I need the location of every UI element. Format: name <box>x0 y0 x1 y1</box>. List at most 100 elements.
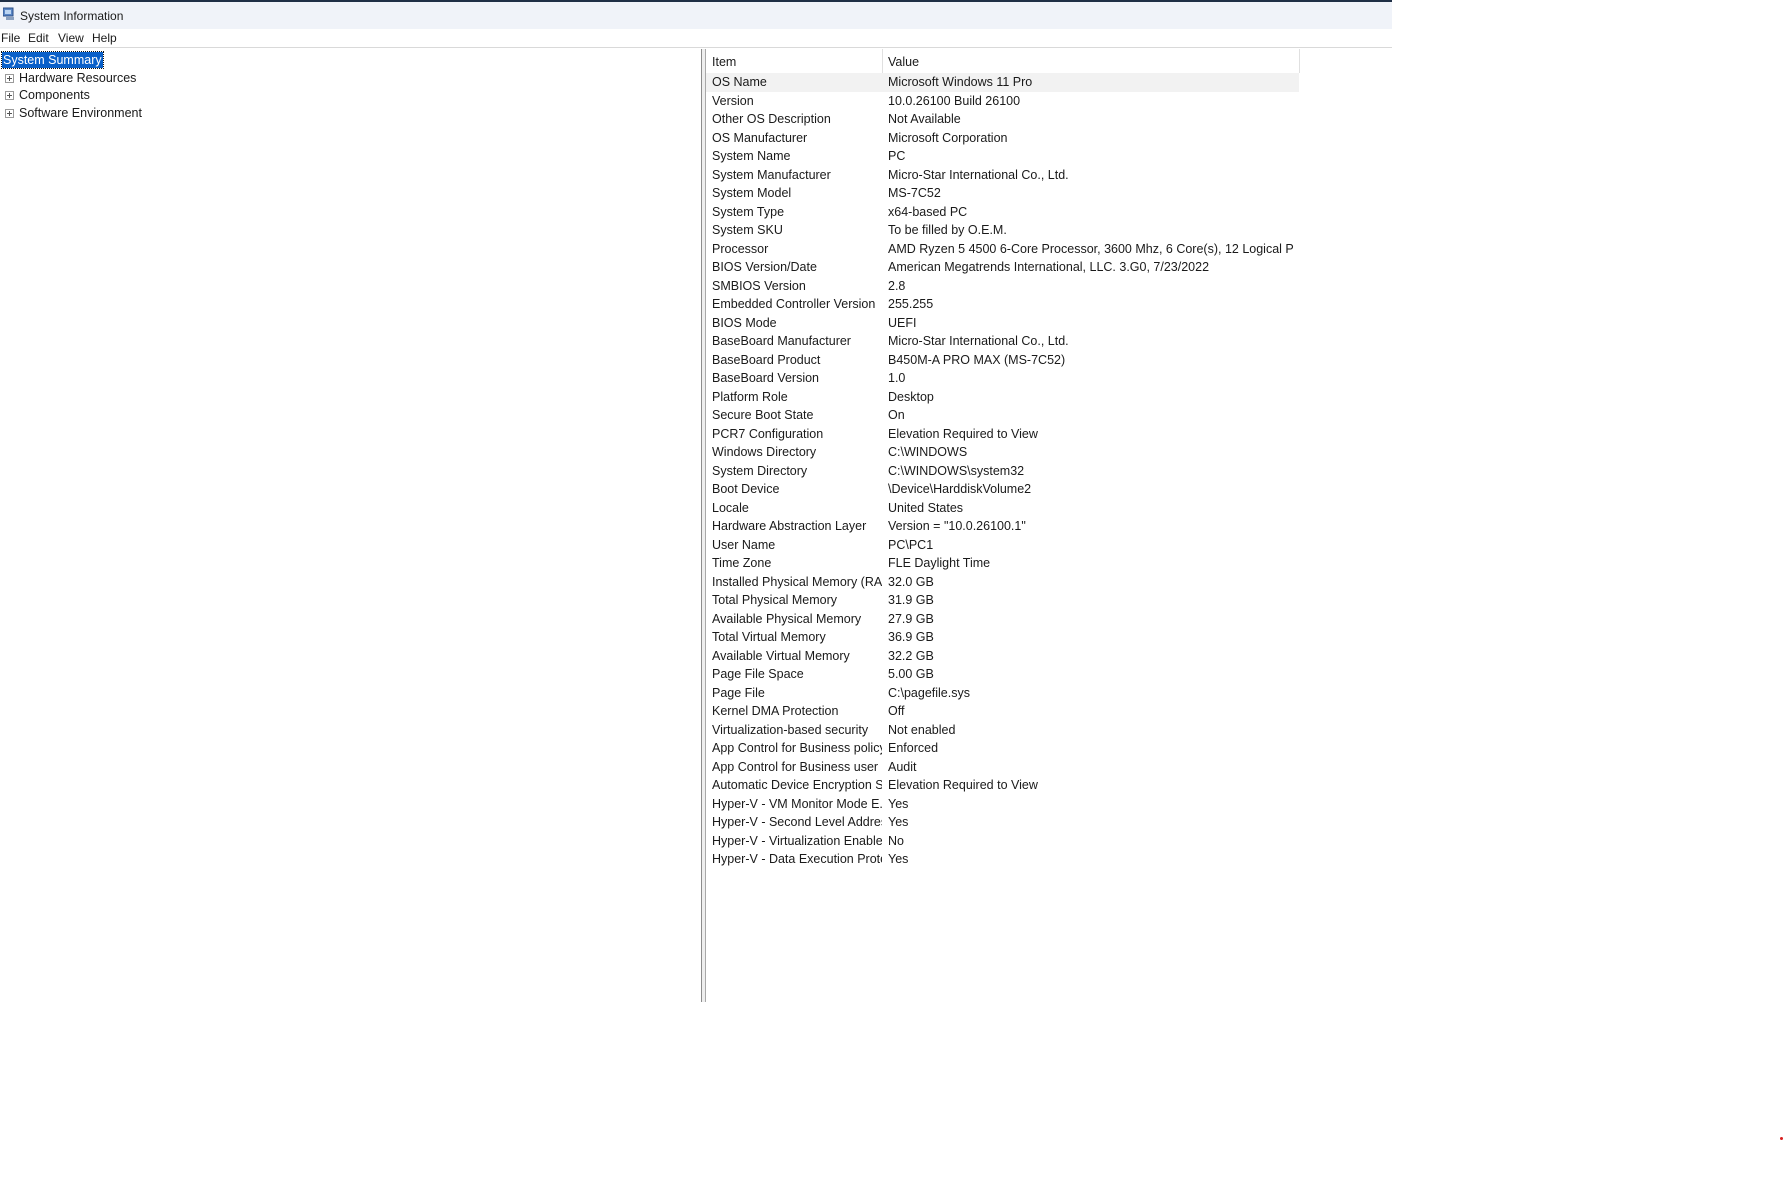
value-cell: On <box>888 408 905 422</box>
value-cell: 27.9 GB <box>888 611 934 626</box>
column-divider[interactable] <box>1299 49 1300 73</box>
table-row[interactable]: Locale United States <box>706 499 1299 518</box>
value-cell: \Device\HarddiskVolume2 <box>888 482 1032 496</box>
item-cell: Available Virtual Memory <box>712 648 850 663</box>
table-row[interactable]: Windows Directory C:\WINDOWS <box>706 443 1299 462</box>
value-cell: Yes <box>888 852 909 866</box>
value-cell: Not Available <box>888 112 961 126</box>
column-divider[interactable] <box>882 49 883 73</box>
table-row[interactable]: SMBIOS Version 2.8 <box>706 277 1299 296</box>
value-cell: Yes <box>888 815 909 829</box>
table-row[interactable]: Automatic Device Encryption Su... Elevati… <box>706 776 1299 795</box>
table-row[interactable]: Hardware Abstraction Layer Version = "10.… <box>706 517 1299 536</box>
table-row[interactable]: Total Virtual Memory 36.9 GB <box>706 628 1299 647</box>
item-cell: BaseBoard Version <box>712 371 820 385</box>
table-row[interactable]: BIOS Mode UEFI <box>706 314 1299 333</box>
expand-plus-icon[interactable] <box>5 74 14 83</box>
value-cell: Desktop <box>888 389 934 404</box>
table-row[interactable]: Time Zone FLE Daylight Time <box>706 554 1299 573</box>
value-cell: Yes <box>888 796 909 811</box>
item-cell: BIOS Version/Date <box>712 260 817 274</box>
category-tree[interactable]: System Summary Hardware Resources Compon… <box>0 49 701 1002</box>
table-row[interactable]: App Control for Business policy Enforced <box>706 739 1299 758</box>
details-table[interactable]: Item Value OS Name Microsoft Windows 11 P… <box>706 49 1392 1002</box>
table-row[interactable]: Installed Physical Memory (RAM) 32.0 GB <box>706 573 1299 592</box>
table-row[interactable]: Hyper-V - Virtualization Enable... No <box>706 832 1299 851</box>
value-cell: Micro-Star International Co., Ltd. <box>888 334 1069 348</box>
value-cell: PC\PC1 <box>888 537 934 552</box>
item-cell: Kernel DMA Protection <box>712 704 839 718</box>
table-row[interactable]: Boot Device \Device\HarddiskVolume2 <box>706 480 1299 499</box>
table-row[interactable]: BIOS Version/Date American Megatrends Int… <box>706 258 1299 277</box>
red-dot-marker <box>1780 1137 1783 1140</box>
table-row[interactable]: Available Physical Memory 27.9 GB <box>706 610 1299 629</box>
table-row[interactable]: System SKU To be filled by O.E.M. <box>706 221 1299 240</box>
table-row[interactable]: System Type x64-based PC <box>706 203 1299 222</box>
title-bar[interactable]: System Information <box>0 2 1392 29</box>
menu-help[interactable]: Help <box>92 31 117 45</box>
item-cell: Available Physical Memory <box>712 611 862 626</box>
table-row[interactable]: BaseBoard Product B450M-A PRO MAX (MS-7C5… <box>706 351 1299 370</box>
table-row[interactable]: PCR7 Configuration Elevation Required to … <box>706 425 1299 444</box>
value-cell: No <box>888 833 904 848</box>
table-row[interactable]: Processor AMD Ryzen 5 4500 6-Core Process… <box>706 240 1299 259</box>
tree-item-label: Hardware Resources <box>19 71 137 85</box>
table-row[interactable]: Total Physical Memory 31.9 GB <box>706 591 1299 610</box>
table-row[interactable]: BaseBoard Version 1.0 <box>706 369 1299 388</box>
menu-edit[interactable]: Edit <box>28 31 49 45</box>
item-cell: System Name <box>712 149 791 163</box>
table-row[interactable]: Kernel DMA Protection Off <box>706 702 1299 721</box>
table-row[interactable]: Other OS Description Not Available <box>706 110 1299 129</box>
table-row[interactable]: Secure Boot State On <box>706 406 1299 425</box>
table-row[interactable]: Hyper-V - Second Level Addres... Yes <box>706 813 1299 832</box>
expand-plus-icon[interactable] <box>5 109 14 118</box>
value-cell: 31.9 GB <box>888 593 934 607</box>
table-row[interactable]: Version 10.0.26100 Build 26100 <box>706 92 1299 111</box>
menu-view[interactable]: View <box>58 31 84 45</box>
table-row[interactable]: BaseBoard Manufacturer Micro-Star Interna… <box>706 332 1299 351</box>
value-cell: American Megatrends International, LLC. … <box>888 260 1210 274</box>
value-cell: C:\WINDOWS\system32 <box>888 463 1025 478</box>
value-cell: To be filled by O.E.M. <box>888 223 1007 237</box>
table-row[interactable]: User Name PC\PC1 <box>706 536 1299 555</box>
table-row[interactable]: Platform Role Desktop <box>706 388 1299 407</box>
table-row[interactable]: Embedded Controller Version 255.255 <box>706 295 1299 314</box>
table-row[interactable]: System Manufacturer Micro-Star Internatio… <box>706 166 1299 185</box>
table-row[interactable]: OS Manufacturer Microsoft Corporation <box>706 129 1299 148</box>
table-row[interactable]: Hyper-V - Data Execution Prote... Yes <box>706 850 1299 869</box>
value-cell: Microsoft Windows 11 Pro <box>888 75 1033 89</box>
table-row[interactable]: OS Name Microsoft Windows 11 Pro <box>706 73 1299 92</box>
table-row[interactable]: System Directory C:\WINDOWS\system32 <box>706 462 1299 481</box>
table-row[interactable]: Virtualization-based security Not enabled <box>706 721 1299 740</box>
menu-file[interactable]: File <box>1 31 20 45</box>
item-cell: Version <box>712 93 754 108</box>
table-row[interactable]: Available Virtual Memory 32.2 GB <box>706 647 1299 666</box>
tree-item-label: System Summary <box>1 51 104 69</box>
value-cell: B450M-A PRO MAX (MS-7C52) <box>888 352 1066 367</box>
item-cell: Locale <box>712 500 749 515</box>
value-cell: 32.2 GB <box>888 648 934 663</box>
value-cell: C:\WINDOWS <box>888 445 968 459</box>
value-cell: 255.255 <box>888 297 934 311</box>
item-cell: System Type <box>712 204 785 219</box>
column-header-value[interactable]: Value <box>888 53 919 71</box>
column-header-item[interactable]: Item <box>712 53 736 71</box>
table-row[interactable]: System Name PC <box>706 147 1299 166</box>
item-cell: Boot Device <box>712 482 780 496</box>
menu-bar: File Edit View Help <box>0 29 1392 46</box>
table-row[interactable]: Page File C:\pagefile.sys <box>706 684 1299 703</box>
item-cell: System Directory <box>712 463 808 478</box>
item-cell: BaseBoard Product <box>712 352 821 367</box>
expand-plus-icon[interactable] <box>5 91 14 100</box>
table-row[interactable]: Hyper-V - VM Monitor Mode E... Yes <box>706 795 1299 814</box>
item-cell: Other OS Description <box>712 112 831 126</box>
value-cell: Microsoft Corporation <box>888 130 1008 145</box>
table-row[interactable]: Page File Space 5.00 GB <box>706 665 1299 684</box>
item-cell: PCR7 Configuration <box>712 426 824 441</box>
value-cell: UEFI <box>888 315 917 330</box>
value-cell: PC <box>888 149 906 163</box>
item-cell: Installed Physical Memory (RAM) <box>712 574 882 589</box>
table-row[interactable]: System Model MS-7C52 <box>706 184 1299 203</box>
value-cell: 2.8 <box>888 278 906 293</box>
table-row[interactable]: App Control for Business user ... Audit <box>706 758 1299 777</box>
